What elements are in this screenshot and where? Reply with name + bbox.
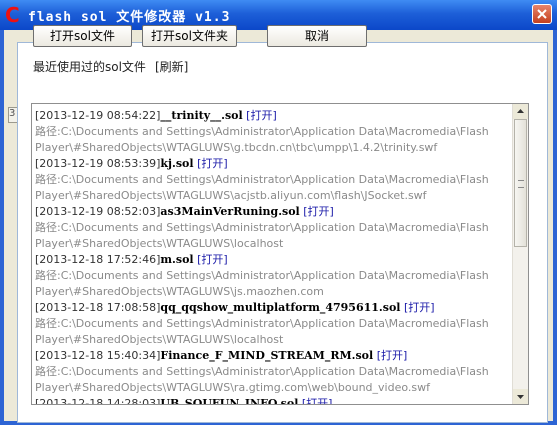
arrow-down-icon: [517, 395, 524, 399]
scroll-thumb[interactable]: [514, 119, 527, 247]
list-item: [2013-12-18 17:52:46]m.sol [打开] 路径:C:\Doc…: [35, 252, 513, 300]
entry-path: 路径:C:\Documents and Settings\Administrat…: [35, 365, 489, 394]
scroll-up-button[interactable]: [513, 104, 528, 119]
entry-open-link[interactable]: [打开]: [246, 109, 277, 122]
entry-timestamp: [2013-12-18 15:40:34]: [35, 349, 161, 362]
entry-filename: Finance_F_MIND_STREAM_RM.sol: [160, 349, 374, 362]
entry-path: 路径:C:\Documents and Settings\Administrat…: [35, 125, 489, 154]
close-icon: [537, 9, 547, 19]
list-item: [2013-12-19 08:53:39]kj.sol [打开] 路径:C:\Do…: [35, 156, 513, 204]
entry-timestamp: [2013-12-19 08:52:03]: [35, 205, 161, 218]
entry-filename: m.sol: [160, 253, 194, 266]
window-title: flash sol 文件修改器 v1.3: [28, 10, 231, 25]
entry-filename: __trinity__.sol: [160, 109, 243, 122]
app-window: C flash sol 文件修改器 v1.3 3 打开sol文件 打开sol文件…: [0, 0, 557, 425]
entry-open-link[interactable]: [打开]: [302, 397, 333, 404]
entry-filename: UB_SOUFUN_INFO.sol: [160, 397, 299, 405]
entry-open-link[interactable]: [打开]: [197, 253, 228, 266]
refresh-link[interactable]: [刷新]: [155, 58, 188, 75]
list-item: [2013-12-18 14:28:03]UB_SOUFUN_INFO.sol …: [35, 396, 513, 405]
entry-timestamp: [2013-12-18 14:28:03]: [35, 397, 161, 405]
entry-path: 路径:C:\Documents and Settings\Administrat…: [35, 173, 489, 202]
cancel-button[interactable]: 取消: [267, 25, 367, 47]
list-item: [2013-12-18 17:08:58]qq_qqshow_multiplat…: [35, 300, 513, 348]
thumb-grip-icon: [518, 180, 524, 188]
recent-files-list-content: [2013-12-19 08:54:22]__trinity__.sol [打开…: [35, 108, 513, 405]
entry-path: 路径:C:\Documents and Settings\Administrat…: [35, 317, 489, 346]
arrow-up-icon: [517, 109, 524, 113]
entry-timestamp: [2013-12-19 08:53:39]: [35, 157, 161, 170]
entry-timestamp: [2013-12-18 17:52:46]: [35, 253, 161, 266]
close-button[interactable]: [532, 4, 552, 24]
entry-path: 路径:C:\Documents and Settings\Administrat…: [35, 269, 489, 298]
list-item: [2013-12-19 08:52:03]as3MainVerRuning.so…: [35, 204, 513, 252]
open-sol-folder-button[interactable]: 打开sol文件夹: [142, 25, 237, 47]
recent-files-list[interactable]: [2013-12-19 08:54:22]__trinity__.sol [打开…: [31, 103, 529, 405]
list-item: [2013-12-18 15:40:34]Finance_F_MIND_STRE…: [35, 348, 513, 396]
entry-filename: as3MainVerRuning.sol: [160, 205, 300, 218]
entry-open-link[interactable]: [打开]: [404, 301, 435, 314]
scroll-down-button[interactable]: [513, 389, 528, 404]
open-sol-file-button[interactable]: 打开sol文件: [33, 25, 132, 47]
entry-timestamp: [2013-12-19 08:54:22]: [35, 109, 161, 122]
list-item: [2013-12-19 08:54:22]__trinity__.sol [打开…: [35, 108, 513, 156]
entry-filename: qq_qqshow_multiplatform_4795611.sol: [160, 301, 401, 314]
recent-files-label: 最近使用过的sol文件: [33, 60, 146, 74]
entry-filename: kj.sol: [160, 157, 194, 170]
vertical-scrollbar[interactable]: [512, 104, 528, 404]
entry-open-link[interactable]: [打开]: [197, 157, 228, 170]
entry-open-link[interactable]: [打开]: [377, 349, 408, 362]
entry-open-link[interactable]: [打开]: [303, 205, 334, 218]
app-logo-icon: C: [5, 3, 20, 27]
entry-timestamp: [2013-12-18 17:08:58]: [35, 301, 161, 314]
entry-path: 路径:C:\Documents and Settings\Administrat…: [35, 221, 489, 250]
